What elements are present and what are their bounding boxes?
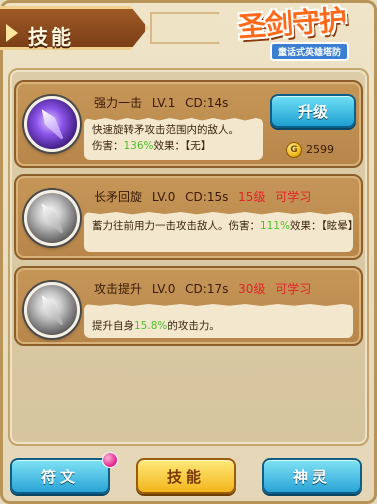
skill-card[interactable]: 攻击提升 LV.0 CD:17s 30级 可学习 提升自身15.8%的攻击力。 — [14, 266, 363, 346]
notification-dot-icon — [102, 452, 118, 468]
damage-label: 伤害： — [92, 140, 124, 152]
skill-description: 快速旋转矛攻击范围内的敌人。 伤害：136%效果：【无】 — [92, 122, 262, 154]
effect-value: 【无】 — [185, 140, 212, 152]
unlock-note: 可学习 — [275, 190, 312, 204]
logo-title: 圣剑守护 — [237, 3, 348, 44]
skill-card[interactable]: 强力一击 LV.1 CD:14s 快速旋转矛攻击范围内的敌人。 伤害：136%效… — [14, 80, 363, 168]
ribbon-tail — [150, 12, 220, 44]
skill-stats: 伤害：136%效果：【无】 — [92, 138, 262, 154]
skill-cooldown: CD:14s — [185, 96, 229, 110]
attack-up-icon[interactable] — [24, 282, 80, 338]
skill-cooldown: CD:17s — [185, 282, 229, 296]
boost-value: 15.8% — [134, 320, 168, 332]
skill-name-line: 长矛回旋 LV.0 CD:15s 15级 可学习 — [94, 188, 317, 205]
unlock-level: 15级 — [238, 190, 266, 204]
skill-effect-text: 的攻击力。 — [167, 320, 220, 332]
skill-effect-text: 效果：【眩晕】 — [290, 220, 359, 232]
title-ribbon: 技能 — [0, 6, 148, 50]
game-logo: 圣剑守护 童话式英雄塔防 — [234, 2, 374, 66]
skill-desc-text: 快速旋转矛攻击范围内的敌人。 — [92, 124, 239, 136]
unlock-note: 可学习 — [275, 282, 312, 296]
upgrade-button[interactable]: 升级 — [270, 94, 356, 128]
gold-coin-icon: G — [286, 142, 302, 158]
spear-glyph — [37, 200, 67, 236]
tab-runes[interactable]: 符文 — [10, 458, 110, 494]
skill-desc-text: 提升自身 — [92, 320, 134, 332]
ribbon-arrow-icon — [6, 24, 18, 42]
upgrade-cost: 2599 — [306, 143, 334, 156]
skill-name: 攻击提升 — [94, 282, 143, 296]
bottom-tab-bar: 符文 技能 神灵 — [0, 452, 377, 504]
skill-cooldown: CD:15s — [185, 190, 229, 204]
skill-level: LV.0 — [151, 190, 176, 204]
skill-description: 蓄力往前用力一击攻击敌人。伤害：111%效果：【眩晕】 — [92, 218, 362, 234]
skill-description: 提升自身15.8%的攻击力。 — [92, 318, 362, 334]
skill-level: LV.0 — [151, 282, 176, 296]
sword-glyph — [37, 292, 67, 328]
spear-spin-icon[interactable] — [24, 190, 80, 246]
blade-glyph — [37, 106, 67, 142]
page-title: 技能 — [28, 25, 74, 49]
damage-value: 111% — [260, 220, 291, 232]
unlock-level: 30级 — [238, 282, 266, 296]
tab-deities[interactable]: 神灵 — [262, 458, 362, 494]
skill-name-line: 强力一击 LV.1 CD:14s — [94, 94, 234, 111]
effect-label: 效果： — [153, 140, 186, 152]
tab-skills[interactable]: 技能 — [136, 458, 236, 494]
purple-blade-icon[interactable] — [24, 96, 80, 152]
skill-name: 长矛回旋 — [94, 190, 143, 204]
skill-name: 强力一击 — [94, 96, 143, 110]
logo-subtitle: 童话式英雄塔防 — [270, 42, 350, 61]
skill-level: LV.1 — [151, 96, 176, 110]
skill-card[interactable]: 长矛回旋 LV.0 CD:15s 15级 可学习 蓄力往前用力一击攻击敌人。伤害… — [14, 174, 363, 260]
skill-name-line: 攻击提升 LV.0 CD:17s 30级 可学习 — [94, 280, 317, 297]
skill-desc-text: 蓄力往前用力一击攻击敌人。伤害： — [92, 220, 260, 232]
damage-value: 136% — [123, 140, 154, 152]
